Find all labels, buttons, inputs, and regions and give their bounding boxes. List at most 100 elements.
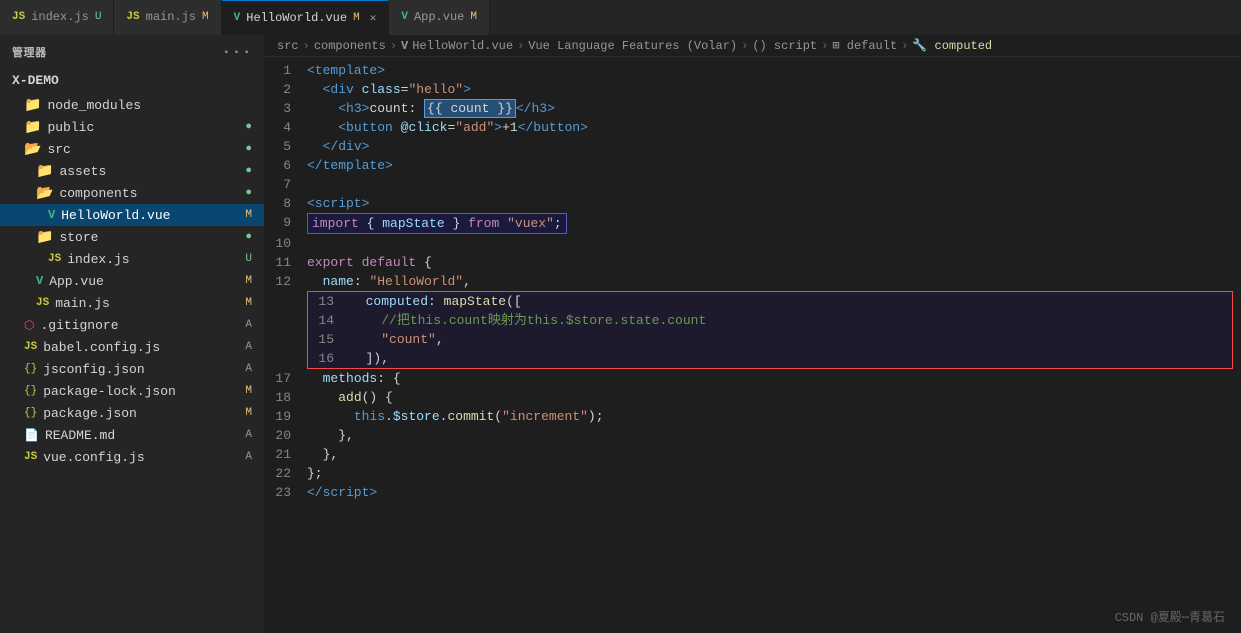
sidebar-item-app-vue[interactable]: V App.vue M (0, 270, 264, 292)
bc-script: () script (752, 39, 817, 53)
badge-dot: ● (245, 143, 252, 155)
code-line-5: 5 </div> (265, 137, 1241, 156)
sidebar-item-components[interactable]: 📂 components ● (0, 182, 264, 204)
breadcrumb: src › components › V HelloWorld.vue › Vu… (265, 35, 1241, 57)
tab-label: HelloWorld.vue (246, 11, 347, 25)
js-icon: JS (24, 451, 37, 463)
tab-label: App.vue (414, 10, 464, 24)
sidebar-item-vue-config[interactable]: JS vue.config.js A (0, 446, 264, 468)
editor-area: src › components › V HelloWorld.vue › Vu… (265, 35, 1241, 633)
sidebar-header: 管理器 ··· (0, 35, 264, 69)
sidebar-items: 📁 node_modules 📁 public ● 📂 src ● 📁 asse… (0, 94, 264, 633)
badge-u: U (245, 253, 252, 265)
tab-bar: JS index.js U JS main.js M V HelloWorld.… (0, 0, 1241, 35)
sidebar-item-index-js[interactable]: JS index.js U (0, 248, 264, 270)
code-line-15: 15 "count", (308, 330, 1232, 349)
sidebar-more-button[interactable]: ··· (222, 43, 252, 61)
sidebar-item-babel-config[interactable]: JS babel.config.js A (0, 336, 264, 358)
code-line-9: 9 import { mapState } from "vuex"; (265, 213, 1241, 234)
badge-m: M (245, 385, 252, 397)
folder-icon: 📂 (24, 141, 41, 158)
sidebar-item-label: public (47, 120, 94, 135)
sidebar-item-label: store (59, 230, 98, 245)
js-icon: JS (12, 11, 25, 23)
badge-m: M (245, 275, 252, 287)
vue-icon: V (48, 208, 55, 222)
main-area: 管理器 ··· X-DEMO 📁 node_modules 📁 public ●… (0, 35, 1241, 633)
sidebar-item-label: App.vue (49, 274, 104, 289)
badge-a: A (245, 451, 252, 463)
tab-badge: M (353, 12, 360, 24)
folder-icon: 📁 (36, 229, 53, 246)
code-container[interactable]: 1 <template> 2 <div class="hello"> 3 <h3… (265, 57, 1241, 633)
code-line-13: 13 computed: mapState([ (308, 292, 1232, 311)
badge-a: A (245, 429, 252, 441)
code-line-17: 17 methods: { (265, 369, 1241, 388)
sidebar-item-gitignore[interactable]: ⬡ .gitignore A (0, 314, 264, 336)
sidebar-item-label: main.js (55, 296, 110, 311)
badge-m: M (245, 407, 252, 419)
code-line-4: 4 <button @click="add">+1</button> (265, 118, 1241, 137)
sidebar-item-public[interactable]: 📁 public ● (0, 116, 264, 138)
js-icon: JS (48, 253, 61, 265)
code-line-18: 18 add() { (265, 388, 1241, 407)
badge-m: M (245, 209, 252, 221)
code-line-8: 8 <script> (265, 194, 1241, 213)
sidebar-item-assets[interactable]: 📁 assets ● (0, 160, 264, 182)
sidebar-item-label: index.js (67, 252, 129, 267)
code-line-22: 22 }; (265, 464, 1241, 483)
bc-volar: Vue Language Features (Volar) (528, 39, 737, 53)
tab-label: index.js (31, 10, 89, 24)
sidebar-item-node-modules[interactable]: 📁 node_modules (0, 94, 264, 116)
tab-index-js[interactable]: JS index.js U (0, 0, 114, 35)
tab-main-js[interactable]: JS main.js M (114, 0, 221, 35)
bc-components: components (314, 39, 386, 53)
computed-block: 13 computed: mapState([ 14 //把this.count… (307, 291, 1233, 369)
sidebar-title: 管理器 (12, 44, 47, 60)
tab-badge: M (470, 11, 477, 23)
sidebar-item-readme[interactable]: 📄 README.md A (0, 424, 264, 446)
sidebar-item-label: assets (59, 164, 106, 179)
sidebar-item-main-js[interactable]: JS main.js M (0, 292, 264, 314)
sidebar-item-label: src (47, 142, 70, 157)
code-line-21: 21 }, (265, 445, 1241, 464)
badge-dot: ● (245, 231, 252, 243)
tab-app-vue[interactable]: V App.vue M (389, 0, 490, 35)
sidebar-item-label: HelloWorld.vue (61, 208, 170, 223)
code-line-14: 14 //把this.count映射为this.$store.state.cou… (308, 311, 1232, 330)
sidebar: 管理器 ··· X-DEMO 📁 node_modules 📁 public ●… (0, 35, 265, 633)
json-icon: {} (24, 407, 37, 419)
json-icon: {} (24, 363, 37, 375)
bc-default: ⊞ default (832, 38, 897, 53)
badge-dot: ● (245, 121, 252, 133)
badge-m: M (245, 297, 252, 309)
tab-label: main.js (146, 10, 196, 24)
code-line-19: 19 this.$store.commit("increment"); (265, 407, 1241, 426)
tab-badge: M (202, 11, 209, 23)
code-line-10: 10 (265, 234, 1241, 253)
badge-a: A (245, 319, 252, 331)
sidebar-item-package-lock[interactable]: {} package-lock.json M (0, 380, 264, 402)
sidebar-item-jsconfig[interactable]: {} jsconfig.json A (0, 358, 264, 380)
js-icon: JS (36, 297, 49, 309)
vue-icon: V (401, 11, 408, 23)
tab-close-button[interactable]: ✕ (370, 11, 377, 25)
vue-icon: V (234, 12, 241, 24)
code-line-12: 12 name: "HelloWorld", (265, 272, 1241, 291)
watermark: CSDN @夏殿⋯青葛石 (1115, 608, 1225, 625)
sidebar-item-label: components (59, 186, 137, 201)
vue-icon: V (36, 274, 43, 288)
bc-computed: 🔧 computed (912, 38, 992, 53)
sidebar-item-label: node_modules (47, 98, 141, 113)
sidebar-item-src[interactable]: 📂 src ● (0, 138, 264, 160)
sidebar-item-label: README.md (45, 428, 115, 443)
json-icon: {} (24, 385, 37, 397)
tab-badge: U (95, 11, 102, 23)
code-line-7: 7 (265, 175, 1241, 194)
folder-icon: 📁 (24, 119, 41, 136)
sidebar-item-label: package.json (43, 406, 137, 421)
tab-hello-world-vue[interactable]: V HelloWorld.vue M ✕ (222, 0, 390, 35)
sidebar-item-package[interactable]: {} package.json M (0, 402, 264, 424)
sidebar-item-store[interactable]: 📁 store ● (0, 226, 264, 248)
sidebar-item-hello-world-vue[interactable]: V HelloWorld.vue M (0, 204, 264, 226)
